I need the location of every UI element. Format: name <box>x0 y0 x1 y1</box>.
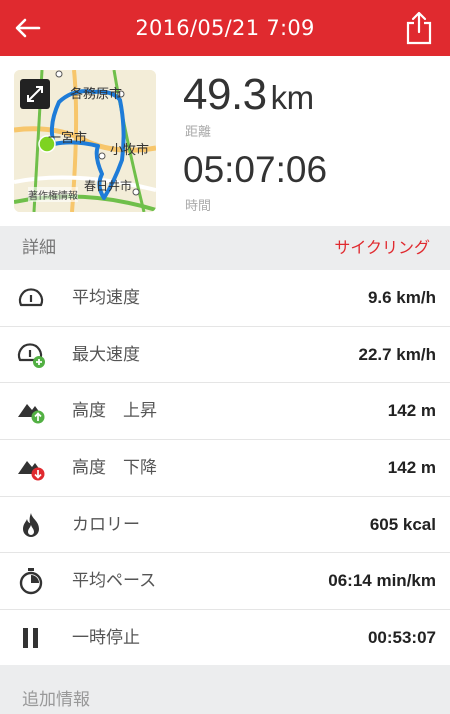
detail-value: 06:14 min/km <box>328 571 436 591</box>
detail-value: 605 kcal <box>369 514 436 534</box>
detail-label: 平均ペース <box>72 571 157 592</box>
additional-info-header: 追加情報 <box>0 665 450 714</box>
detail-row-calories: カロリー 605 kcal <box>0 497 450 554</box>
distance-unit: km <box>270 79 315 116</box>
detail-row-pause: 一時停止 00:53:07 <box>0 610 450 667</box>
distance-stat: 49.3 km <box>183 70 314 120</box>
arrow-left-icon <box>15 18 41 38</box>
detail-value: 142 m <box>387 401 436 421</box>
map-label: 各務原市 <box>70 86 122 102</box>
detail-row-max-speed: 最大速度 22.7 km/h <box>0 327 450 384</box>
elevation-down-icon <box>18 461 45 481</box>
detail-label: 平均速度 <box>72 288 140 308</box>
expand-map-button[interactable] <box>20 79 50 109</box>
pause-icon <box>23 628 38 649</box>
detail-label: カロリー <box>72 514 140 535</box>
details-header: 詳細 サイクリング <box>0 226 450 270</box>
detail-label: 高度 上昇 <box>72 401 157 422</box>
detail-label: 一時停止 <box>72 628 140 649</box>
expand-icon <box>27 86 43 102</box>
map-copyright-link[interactable]: 著作権情報 <box>28 187 78 202</box>
duration-value: 05:07:06 <box>183 149 328 190</box>
activity-type[interactable]: サイクリング <box>334 226 430 270</box>
flame-icon <box>23 512 39 537</box>
duration-label: 時間 <box>185 199 212 214</box>
stopwatch-icon <box>19 568 43 595</box>
detail-value: 142 m <box>387 458 436 478</box>
elevation-up-icon <box>18 404 45 424</box>
distance-label: 距離 <box>185 125 212 140</box>
activity-summary: 各務原市 一宮市 小牧市 春日井市 著作権情報 49.3 km 距離 05:07:… <box>0 56 450 226</box>
speedometer-plus-icon <box>17 343 45 368</box>
detail-row-elevation-gain: 高度 上昇 142 m <box>0 383 450 441</box>
detail-value: 00:53:07 <box>367 628 436 648</box>
additional-info-title: 追加情報 <box>22 690 90 710</box>
top-bar: 2016/05/21 7:09 <box>0 0 450 56</box>
page-title: 2016/05/21 7:09 <box>135 16 315 40</box>
detail-row-elevation-loss: 高度 下降 142 m <box>0 440 450 497</box>
route-map[interactable]: 各務原市 一宮市 小牧市 春日井市 著作権情報 <box>14 70 156 212</box>
detail-row-avg-speed: 平均速度 9.6 km/h <box>0 270 450 327</box>
detail-label: 最大速度 <box>72 344 140 365</box>
back-button[interactable] <box>10 10 46 46</box>
detail-label: 高度 下降 <box>72 458 157 479</box>
share-button[interactable] <box>402 8 436 48</box>
map-label: 小牧市 <box>110 142 149 158</box>
details-title: 詳細 <box>22 238 56 258</box>
map-label: 春日井市 <box>84 178 132 193</box>
speedometer-icon <box>18 288 44 307</box>
distance-value: 49.3 <box>183 70 267 119</box>
detail-value: 22.7 km/h <box>358 344 437 364</box>
details-list: 平均速度 9.6 km/h 最大速度 22.7 km/h 高度 上昇 142 m <box>0 270 450 667</box>
share-icon <box>406 11 432 45</box>
detail-row-avg-pace: 平均ペース 06:14 min/km <box>0 553 450 611</box>
map-label: 一宮市 <box>48 130 87 146</box>
detail-value: 9.6 km/h <box>367 288 436 307</box>
